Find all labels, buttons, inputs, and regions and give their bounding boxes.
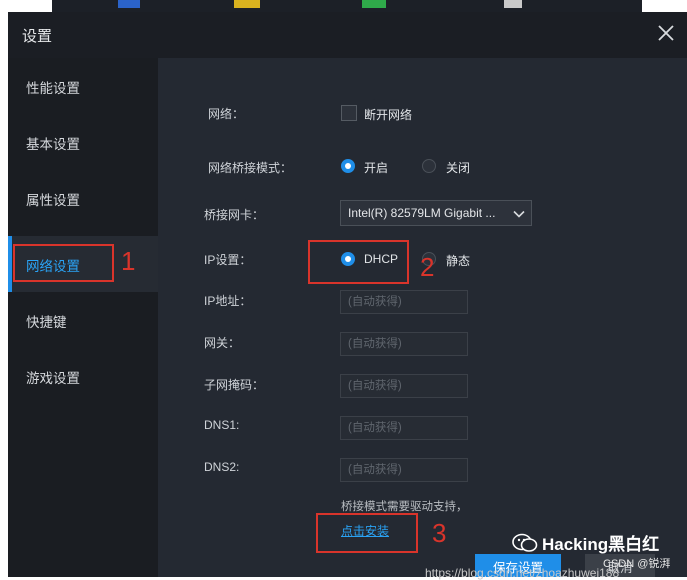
close-icon[interactable] [655,22,677,44]
adapter-select[interactable]: Intel(R) 82579LM Gigabit ... [340,200,532,226]
sidebar-item-shortcuts[interactable]: 快捷键 [8,292,158,348]
sidebar-item-label: 性能设置 [26,81,80,96]
annotation-number-2: 2 [420,252,435,282]
dns2-field[interactable] [340,458,468,482]
chevron-down-icon [513,207,525,225]
gateway-field[interactable] [340,332,468,356]
background-window-strip [52,0,642,12]
bridge-driver-hint: 桥接模式需要驱动支持， [341,501,468,513]
dns1-input[interactable] [341,417,467,439]
strip-tile [234,0,260,8]
disconnect-checkbox[interactable] [341,105,357,121]
subnet-mask-input[interactable] [341,375,467,397]
title-bar: 设置 [8,12,687,58]
dns2-label: DNS2: [204,460,240,474]
watermark-brand-text: Hacking黑白红 [542,535,660,554]
sidebar-item-game[interactable]: 游戏设置 [8,348,158,404]
bridge-off-label: 关闭 [446,161,471,175]
ip-address-input[interactable] [341,291,467,313]
strip-tile [504,0,522,8]
watermark-url: https://blog.csdn.net/zhoazhuwei188 [425,566,620,580]
adapter-select-value: Intel(R) 82579LM Gigabit ... [348,206,496,220]
settings-dialog: 设置 性能设置 基本设置 属性设置 网络设置 快捷键 游戏设置 网络： 断开网络… [8,12,687,577]
gateway-label: 网关： [204,336,241,350]
gateway-input[interactable] [341,333,467,355]
strip-tile [362,0,386,8]
annotation-box-1 [13,244,114,282]
dns1-label: DNS1: [204,418,240,432]
ip-settings-label: IP设置： [204,253,252,267]
bridge-on-label: 开启 [364,161,389,175]
sidebar-item-properties[interactable]: 属性设置 [8,170,158,226]
ip-address-label: IP地址： [204,294,252,308]
strip-tile [118,0,140,8]
annotation-number-3: 3 [432,518,447,548]
bridge-off-radio[interactable] [422,159,436,173]
wechat-icon [512,533,538,552]
network-settings-panel: 网络： 断开网络 网络桥接模式： 开启 关闭 桥接网卡： Intel(R) 82… [158,58,687,577]
disconnect-label: 断开网络 [364,108,413,122]
adapter-label: 桥接网卡： [204,208,265,222]
bridge-on-radio[interactable] [341,159,355,173]
dns2-input[interactable] [341,459,467,481]
annotation-number-1: 1 [121,246,136,276]
annotation-box-2 [308,240,409,284]
dns1-field[interactable] [340,416,468,440]
ip-address-field[interactable] [340,290,468,314]
watermark-brand: Hacking黑白红 [512,530,659,555]
bridge-mode-label: 网络桥接模式： [208,161,293,175]
sidebar-item-label: 快捷键 [26,315,67,330]
ip-static-label: 静态 [446,254,471,268]
annotation-box-3 [316,513,418,553]
network-label: 网络： [208,107,245,121]
settings-sidebar: 性能设置 基本设置 属性设置 网络设置 快捷键 游戏设置 [8,58,158,577]
sidebar-item-label: 游戏设置 [26,371,80,386]
dialog-title: 设置 [22,28,53,45]
sidebar-item-label: 属性设置 [26,193,80,208]
subnet-mask-label: 子网掩码： [204,378,265,392]
sidebar-item-performance[interactable]: 性能设置 [8,58,158,114]
subnet-mask-field[interactable] [340,374,468,398]
sidebar-item-label: 基本设置 [26,137,80,152]
sidebar-item-basic[interactable]: 基本设置 [8,114,158,170]
